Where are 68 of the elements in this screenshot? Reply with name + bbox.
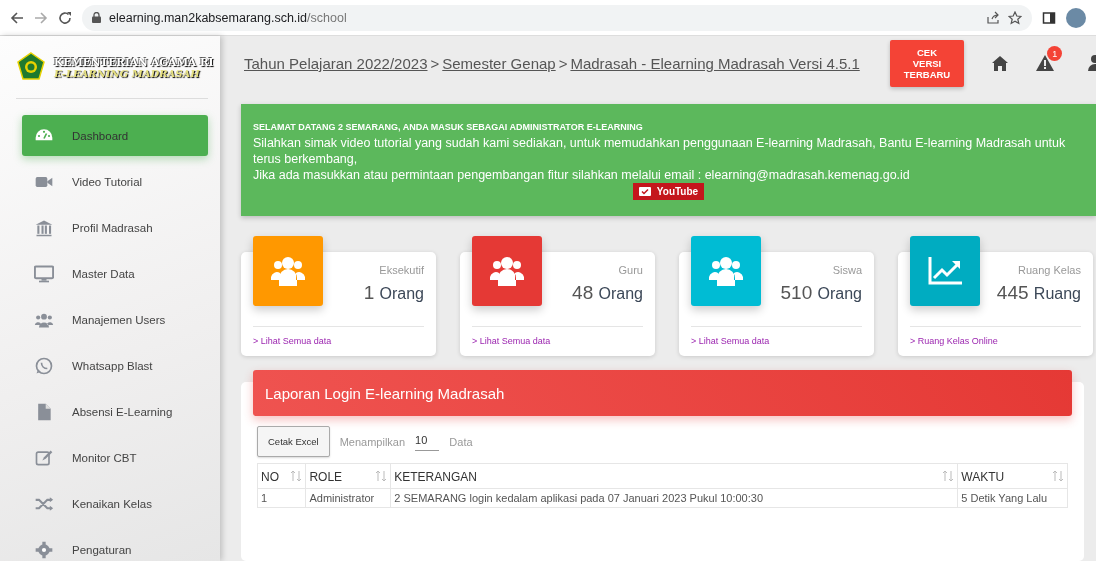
sidebar-item[interactable]: Dashboard: [22, 115, 208, 156]
welcome-title: SELAMAT DATANG 2 SEMARANG, ANDA MASUK SEBAGAI ADMINISTRATOR E-LEARNING: [253, 122, 644, 132]
show-label: Menampilkan: [339, 435, 406, 448]
stat-value: 510 Orang: [780, 282, 862, 304]
breadcrumb-link[interactable]: Semester Genap: [442, 54, 556, 72]
warning-icon[interactable]: [1036, 55, 1055, 71]
sidebar-item[interactable]: Monitor CBT: [22, 437, 208, 478]
notification-badge: 1: [1047, 46, 1063, 61]
users-group-icon: [490, 256, 524, 286]
breadcrumb-separator: >: [558, 54, 568, 72]
column-header[interactable]: WAKTU: [957, 463, 1068, 489]
breadcrumb-link[interactable]: Tahun Pelajaran 2022/2023: [244, 54, 428, 72]
lock-icon: [92, 12, 101, 23]
emblem-logo-icon: [16, 52, 46, 82]
column-header[interactable]: NO: [257, 463, 306, 489]
stat-link[interactable]: > Lihat Semua data: [253, 336, 332, 346]
sidebar-item[interactable]: Manajemen Users: [22, 299, 208, 340]
table-cell: 2 SEMARANG login kedalam aplikasi pada 07 Januari 2023 Pukul 10:00:30: [390, 488, 958, 508]
trend-chart-icon: [928, 257, 962, 285]
column-header[interactable]: KETERANGAN: [390, 463, 958, 489]
users-group-icon: [709, 256, 743, 286]
side-panel-icon[interactable]: [1042, 10, 1056, 25]
logo-title: KEMENTERIAN AGAMA RI: [54, 55, 214, 68]
sidebar-item[interactable]: Kenaikan Kelas: [22, 483, 208, 524]
stat-link[interactable]: > Ruang Kelas Online: [910, 336, 998, 346]
stat-label: Siswa: [831, 264, 862, 276]
stat-link[interactable]: > Lihat Semua data: [472, 336, 551, 346]
users-group-icon: [271, 256, 305, 286]
sidebar-item[interactable]: Pengaturan: [22, 529, 208, 561]
monitor-icon: [34, 263, 54, 284]
report-header: Laporan Login E-learning Madrasah: [253, 370, 1072, 416]
stat-label: Guru: [617, 264, 643, 276]
profile-avatar[interactable]: [1066, 7, 1086, 28]
back-icon[interactable]: [10, 10, 24, 25]
check-version-button[interactable]: CEK VERSI TERBARU: [889, 39, 965, 87]
stat-value: 1 Orang: [363, 282, 424, 304]
home-icon[interactable]: [992, 55, 1009, 71]
show-suffix: Data: [449, 435, 473, 448]
logo-subtitle: E-LEARNING MADRASAH: [54, 67, 201, 79]
breadcrumb-separator: >: [430, 54, 440, 72]
sidebar-item[interactable]: Master Data: [22, 253, 208, 294]
welcome-text: Silahkan simak video tutorial yang sudah kami sediakan, untuk memudahkan penggunaan E-learning Madrasah, Bantu E-learning Madrasah untuk terus berkembang,: [253, 135, 1067, 167]
sidebar-item[interactable]: Profil Madrasah: [22, 207, 208, 248]
reload-icon[interactable]: [58, 10, 72, 25]
settings-icon: [34, 539, 54, 560]
welcome-text: Jika ada masukkan atau permintaan pengembangan fitur silahkan melalui email : elearning@madrasah.kemenag.go.id: [253, 167, 911, 183]
url-text: elearning.man2kabsemarang.sch.id/school: [109, 10, 347, 25]
stat-value: 445 Ruang: [996, 282, 1081, 304]
table-cell: 1: [257, 488, 306, 508]
stat-label: Ruang Kelas: [1017, 264, 1081, 276]
share-icon[interactable]: [986, 10, 1000, 25]
address-bar[interactable]: elearning.man2kabsemarang.sch.id/school: [82, 4, 1032, 31]
whatsapp-icon: [34, 355, 54, 376]
table-cell: Administrator: [305, 488, 391, 508]
sidebar-item[interactable]: Video Tutorial: [22, 161, 208, 202]
column-header[interactable]: ROLE: [305, 463, 391, 489]
youtube-button[interactable]: YouTube: [632, 183, 705, 200]
table-cell: 5 Detik Yang Lalu: [957, 488, 1068, 508]
sidebar-item[interactable]: Whatsapp Blast: [22, 345, 208, 386]
breadcrumb-link[interactable]: Madrasah - Elearning Madrasah Versi 4.5.1: [570, 54, 860, 72]
export-excel-button[interactable]: Cetak Excel: [257, 426, 330, 457]
check-icon: [638, 187, 651, 196]
stat-value: 48 Orang: [572, 282, 643, 304]
star-icon[interactable]: [1008, 10, 1022, 25]
page-size-select[interactable]: 10: [415, 432, 440, 451]
stat-label: Eksekutif: [378, 264, 424, 276]
sidebar-item[interactable]: Absensi E-Learning: [22, 391, 208, 432]
stat-link[interactable]: > Lihat Semua data: [691, 336, 770, 346]
